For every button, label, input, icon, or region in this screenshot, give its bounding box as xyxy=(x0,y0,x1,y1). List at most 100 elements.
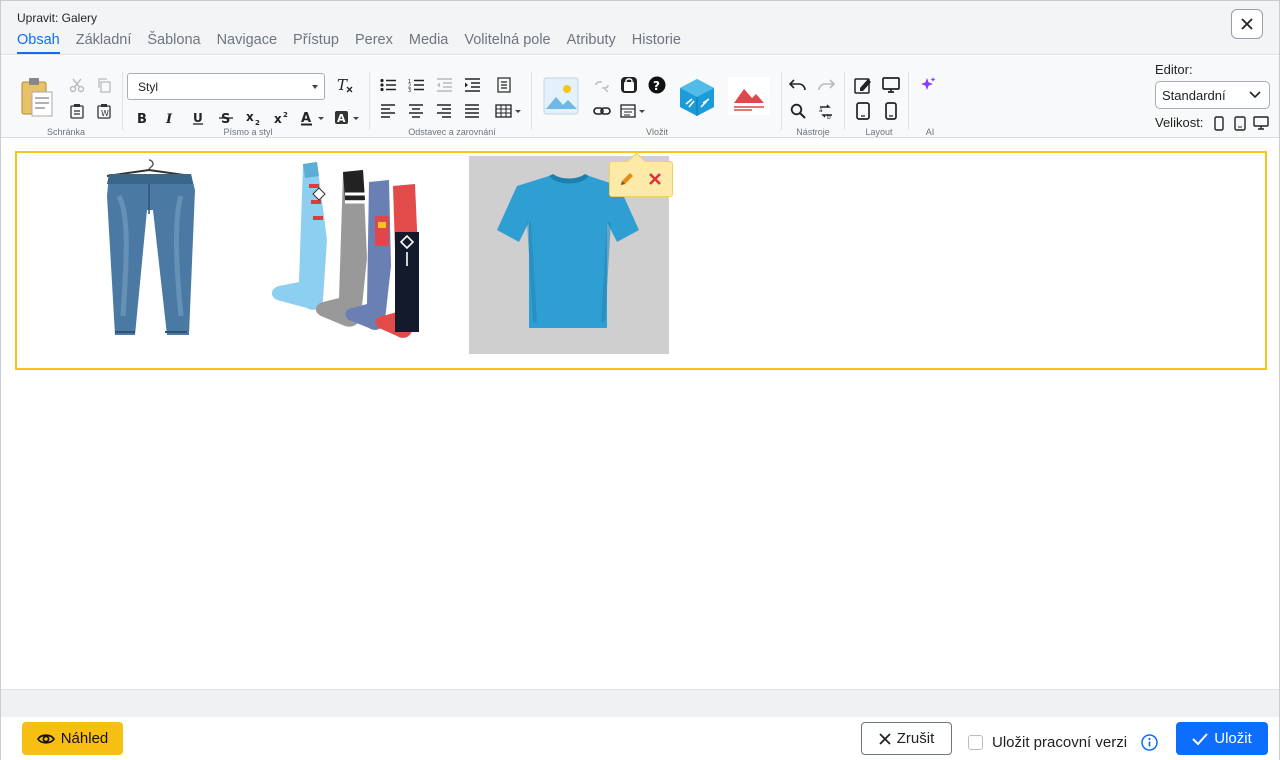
style-select[interactable]: Styl xyxy=(127,73,325,100)
group-label-layout: Layout xyxy=(865,127,893,137)
svg-text:2: 2 xyxy=(283,111,288,119)
subscript-button[interactable]: x2 xyxy=(243,107,265,129)
separator xyxy=(844,72,845,130)
paste-text-icon xyxy=(70,104,84,119)
italic-icon: I xyxy=(165,112,173,125)
save-button[interactable]: Uložit xyxy=(1176,722,1268,755)
bold-button[interactable]: B xyxy=(131,107,153,129)
table-icon xyxy=(495,104,521,118)
help-button[interactable]: ? xyxy=(646,74,668,96)
edit-layout-button[interactable] xyxy=(852,74,874,96)
undo-button[interactable] xyxy=(787,74,809,96)
paste-button[interactable] xyxy=(19,76,55,118)
cancel-button[interactable]: Zrušit xyxy=(861,722,952,755)
group-label-insert: Vložit xyxy=(645,127,668,137)
sparkles-icon xyxy=(921,77,936,90)
save-label: Uložit xyxy=(1214,730,1252,747)
underline-button[interactable]: U xyxy=(187,107,209,129)
align-center-icon xyxy=(409,104,423,118)
align-justify-icon xyxy=(465,104,479,118)
clear-format-button[interactable]: T xyxy=(334,74,356,96)
table-button[interactable] xyxy=(495,100,523,122)
gallery-image-socks[interactable] xyxy=(257,156,457,354)
redo-icon xyxy=(818,79,835,91)
insert-block-button[interactable] xyxy=(677,77,717,117)
background-color-button[interactable]: A xyxy=(334,107,362,129)
edit-image-button[interactable] xyxy=(616,168,638,190)
size-desktop-button[interactable] xyxy=(1251,112,1271,134)
tablet-icon xyxy=(1234,115,1246,131)
bulleted-list-button[interactable] xyxy=(377,74,399,96)
separator xyxy=(781,72,782,130)
desktop-view-button[interactable] xyxy=(880,74,902,96)
mobile-view-button[interactable] xyxy=(880,100,902,122)
svg-text:T: T xyxy=(337,76,348,94)
align-left-icon xyxy=(381,104,395,118)
chevron-down-icon xyxy=(1249,91,1261,99)
outdent-button[interactable] xyxy=(433,74,455,96)
svg-text:?: ? xyxy=(653,79,660,93)
align-center-button[interactable] xyxy=(405,100,427,122)
cut-button[interactable] xyxy=(66,74,88,96)
search-icon xyxy=(790,103,806,119)
subscript-icon: x2 xyxy=(246,110,260,126)
numbered-list-icon: 123 xyxy=(408,79,424,92)
align-left-button[interactable] xyxy=(377,100,399,122)
background-color-icon: A xyxy=(335,111,359,125)
anchor-button[interactable] xyxy=(618,74,640,96)
gallery-image-jeans[interactable] xyxy=(49,156,249,354)
paste-word-button[interactable]: W xyxy=(93,100,115,122)
tablet-view-button[interactable] xyxy=(852,100,874,122)
align-right-button[interactable] xyxy=(433,100,455,122)
image-icon xyxy=(543,77,579,115)
info-button[interactable] xyxy=(1141,734,1158,756)
preview-button[interactable]: Náhled xyxy=(22,722,123,755)
paste-text-button[interactable] xyxy=(66,100,88,122)
tab-pristup[interactable]: Přístup xyxy=(293,32,339,54)
remove-image-button[interactable] xyxy=(644,168,666,190)
tab-perex[interactable]: Perex xyxy=(355,32,393,54)
insert-image-button[interactable] xyxy=(543,77,579,115)
close-button[interactable] xyxy=(1231,9,1263,39)
separator xyxy=(369,72,370,130)
tab-atributy[interactable]: Atributy xyxy=(567,32,616,54)
clipboard-icon xyxy=(21,78,53,117)
replace-button[interactable]: ba xyxy=(815,100,837,122)
text-color-button[interactable]: A xyxy=(299,107,327,129)
indent-button[interactable] xyxy=(461,74,483,96)
tab-bar: Obsah Základní Šablona Navigace Přístup … xyxy=(17,32,681,54)
tab-media[interactable]: Media xyxy=(409,32,449,54)
size-tablet-button[interactable] xyxy=(1231,112,1249,134)
size-mobile-button[interactable] xyxy=(1211,112,1227,134)
editor-select[interactable]: Standardní xyxy=(1155,81,1270,109)
copy-button[interactable] xyxy=(93,74,115,96)
align-justify-button[interactable] xyxy=(461,100,483,122)
tab-navigace[interactable]: Navigace xyxy=(217,32,277,54)
outdent-icon xyxy=(437,78,452,92)
info-icon xyxy=(1141,734,1158,751)
save-draft-label: Uložit pracovní verzi xyxy=(992,734,1128,751)
ai-assistant-button[interactable] xyxy=(917,74,939,96)
italic-button[interactable]: I xyxy=(159,107,181,129)
strikethrough-button[interactable]: S xyxy=(215,107,237,129)
tab-zakladni[interactable]: Základní xyxy=(76,32,132,54)
tab-volitelna-pole[interactable]: Volitelná pole xyxy=(464,32,550,54)
superscript-icon: x2 xyxy=(274,111,288,126)
tab-sablona[interactable]: Šablona xyxy=(147,32,200,54)
unlink-button[interactable] xyxy=(591,74,613,96)
save-draft-checkbox[interactable] xyxy=(968,735,983,750)
redo-button[interactable] xyxy=(815,74,837,96)
link-button[interactable] xyxy=(591,100,613,122)
form-button[interactable] xyxy=(620,100,648,122)
svg-text:B: B xyxy=(137,112,147,125)
numbered-list-button[interactable]: 123 xyxy=(405,74,427,96)
insert-gallery-button[interactable] xyxy=(728,77,770,115)
superscript-button[interactable]: x2 xyxy=(271,107,293,129)
tab-obsah[interactable]: Obsah xyxy=(17,32,60,54)
svg-text:a: a xyxy=(819,107,823,114)
tab-historie[interactable]: Historie xyxy=(632,32,681,54)
style-select-value: Styl xyxy=(138,80,159,94)
desktop-icon xyxy=(1253,116,1269,130)
show-blocks-button[interactable] xyxy=(493,74,515,96)
find-button[interactable] xyxy=(787,100,809,122)
